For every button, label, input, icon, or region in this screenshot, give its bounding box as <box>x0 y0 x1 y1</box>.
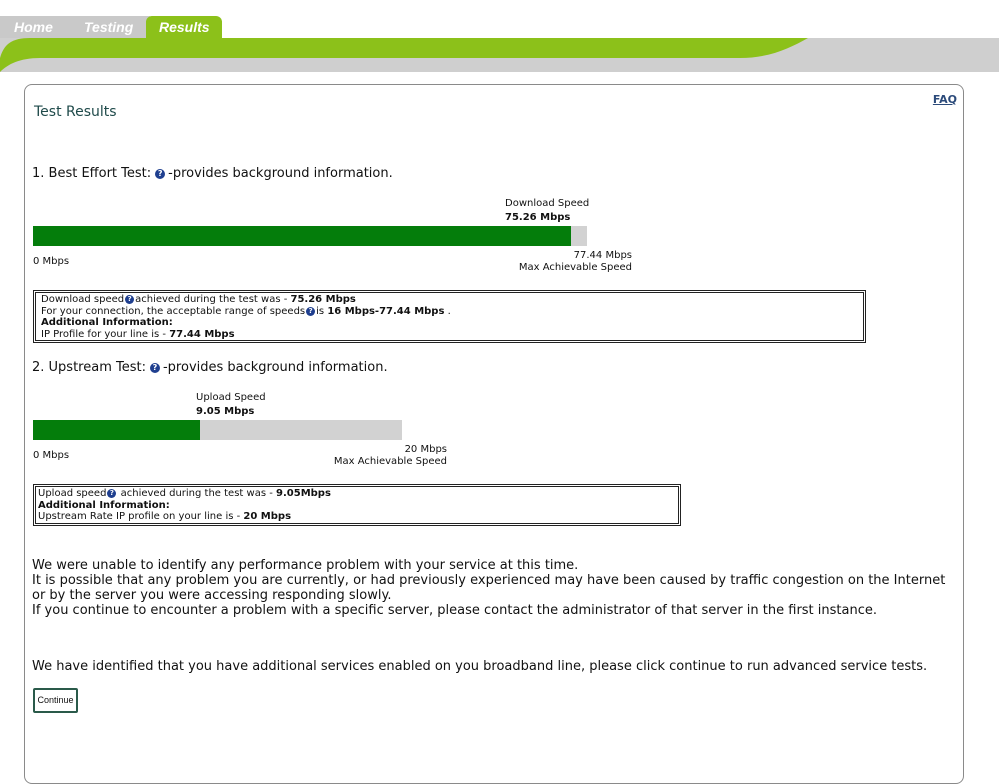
results-panel: FAQ Test Results 1. Best Effort Test:? -p… <box>24 84 964 784</box>
additional-services-message: We have identified that you have additio… <box>32 659 928 674</box>
upload-info-line3-text: Upstream Rate IP profile on your line is… <box>38 511 244 522</box>
upload-info-line2: Additional Information: <box>38 499 170 511</box>
upload-speed-bar-fill <box>33 420 200 440</box>
message-line-3: If you continue to encounter a problem w… <box>32 603 877 618</box>
download-speed-label: Download Speed <box>505 198 590 209</box>
header-swoosh <box>0 38 999 72</box>
download-info-line1: Download speed? achieved during the test … <box>41 294 858 306</box>
tab-results[interactable]: Results <box>146 16 222 38</box>
help-icon[interactable]: ? <box>107 489 117 498</box>
download-heading: 1. Best Effort Test:? -provides backgroun… <box>32 166 393 181</box>
download-info-line2-value: 16 Mbps-77.44 Mbps <box>327 305 445 317</box>
download-info-line1-text: Download speed <box>41 294 125 305</box>
upload-info-line1-text: Upload speed <box>38 488 107 499</box>
upload-min-label: 0 Mbps <box>33 450 70 461</box>
upload-heading-text: 2. Upstream Test: <box>32 360 146 375</box>
download-speed-bar-fill <box>33 226 572 246</box>
tab-testing[interactable]: Testing <box>70 16 150 38</box>
continue-button[interactable]: Continue <box>33 688 78 713</box>
top-navigation: Home Testing Results <box>0 0 999 80</box>
help-icon[interactable]: ? <box>155 169 166 179</box>
upload-info-content: Upload speed? achieved during the test w… <box>35 486 679 524</box>
download-info-line1-mid: achieved during the test was - <box>135 294 291 305</box>
download-info-line4: IP Profile for your line is - 77.44 Mbps <box>41 329 858 341</box>
download-heading-suffix: -provides background information. <box>168 166 393 181</box>
upload-max-label: Max Achievable Speed <box>333 456 447 467</box>
page-title: Test Results <box>34 104 117 120</box>
upload-info-line1-value: 9.05Mbps <box>276 488 331 499</box>
upload-heading: 2. Upstream Test:? -provides background i… <box>32 360 388 375</box>
download-info-line2-text: For your connection, the acceptable rang… <box>41 305 306 317</box>
download-info-content: Download speed? achieved during the test … <box>35 292 864 341</box>
upload-info-line3: Upstream Rate IP profile on your line is… <box>38 511 676 523</box>
upload-heading-suffix: -provides background information. <box>162 360 388 375</box>
upload-max-value: 20 Mbps <box>404 444 447 455</box>
download-info-line2-mid: is <box>316 305 328 317</box>
download-info-line2-post: . <box>444 305 451 317</box>
download-info-line4-value: 77.44 Mbps <box>169 328 235 340</box>
download-info-line2: For your connection, the acceptable rang… <box>41 306 858 318</box>
download-speed-bar <box>33 226 587 246</box>
upload-speed-value: 9.05 Mbps <box>196 406 255 417</box>
faq-link[interactable]: FAQ <box>933 93 957 106</box>
download-info-box: Download speed? achieved during the test … <box>33 290 866 343</box>
download-max-value: 77.44 Mbps <box>573 250 632 261</box>
download-heading-text: 1. Best Effort Test: <box>32 166 152 181</box>
help-icon[interactable]: ? <box>306 306 316 316</box>
upload-speed-bar <box>33 420 402 440</box>
download-max-label: Max Achievable Speed <box>518 262 632 273</box>
download-info-line3: Additional Information: <box>41 317 173 328</box>
upload-speed-label: Upload Speed <box>196 392 266 403</box>
upload-info-line3-value: 20 Mbps <box>243 511 292 522</box>
download-info-line1-value: 75.26 Mbps <box>290 294 356 305</box>
tab-home[interactable]: Home <box>0 16 80 38</box>
result-message: We were unable to identify any performan… <box>32 558 962 618</box>
upload-info-line1: Upload speed? achieved during the test w… <box>38 488 676 500</box>
download-speed-value: 75.26 Mbps <box>505 212 571 223</box>
download-min-label: 0 Mbps <box>33 256 70 267</box>
message-line-2: It is possible that any problem you are … <box>32 573 946 603</box>
upload-info-line1-mid: achieved during the test was - <box>117 488 277 499</box>
help-icon[interactable]: ? <box>125 295 135 304</box>
help-icon[interactable]: ? <box>149 363 160 373</box>
download-info-line4-text: IP Profile for your line is - <box>41 328 170 340</box>
message-line-1: We were unable to identify any performan… <box>32 558 579 573</box>
upload-info-box: Upload speed? achieved during the test w… <box>33 484 681 526</box>
